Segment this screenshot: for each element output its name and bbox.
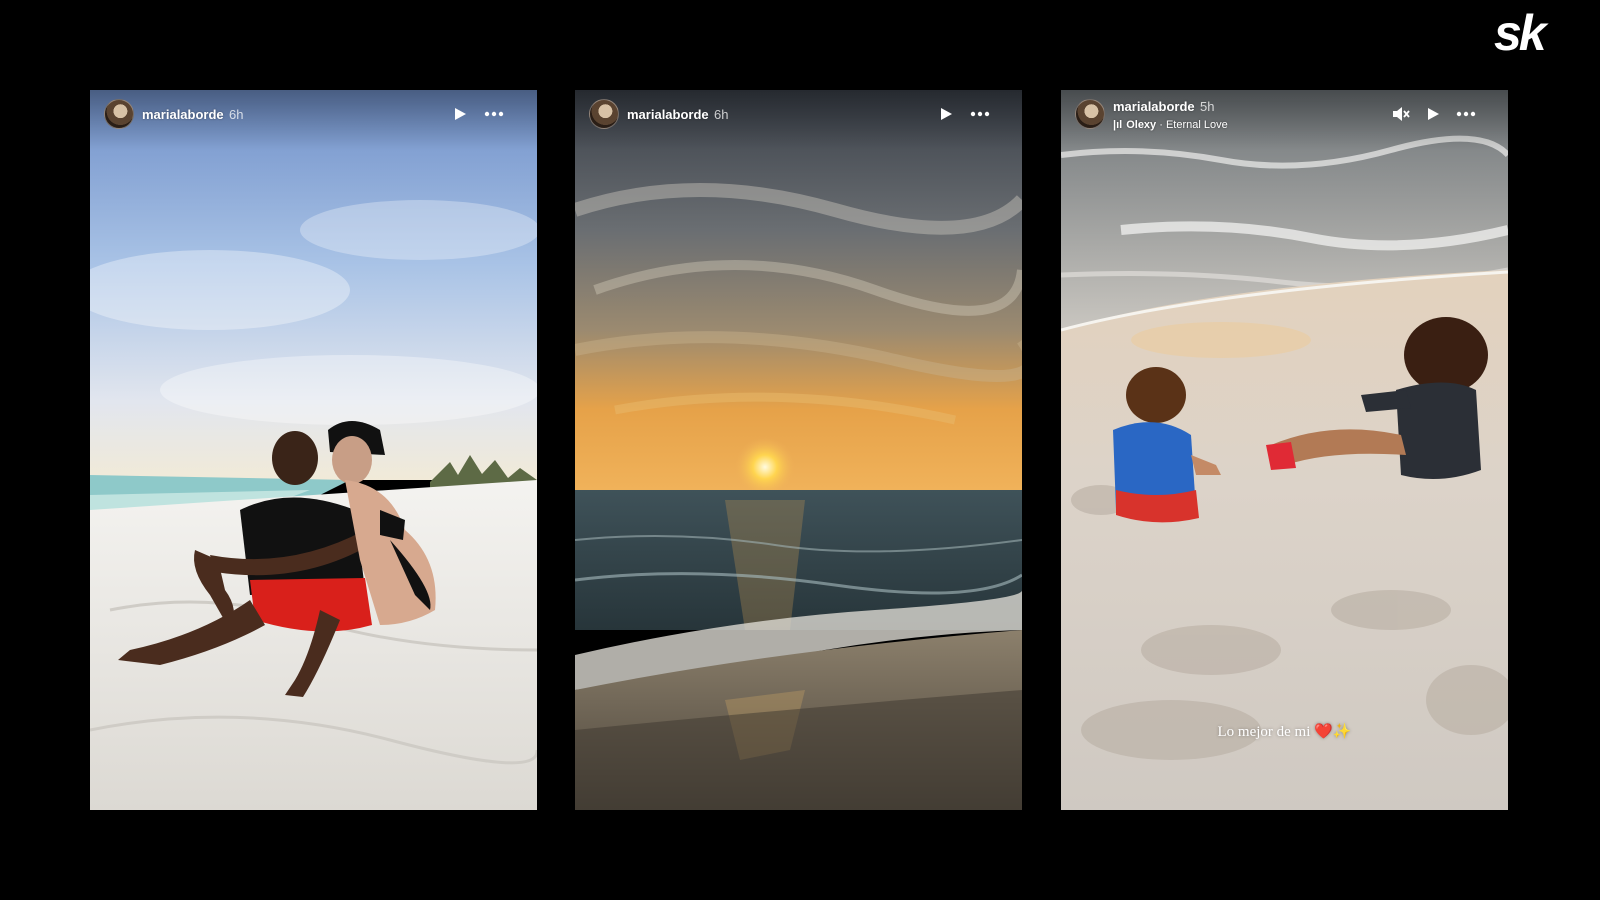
play-icon xyxy=(1428,108,1439,120)
story-card-3[interactable]: marialaborde 5h |ıl Olexy · Eternal Love … xyxy=(1061,90,1508,810)
user-avatar[interactable] xyxy=(589,99,619,129)
more-options-button[interactable] xyxy=(483,103,505,125)
user-avatar[interactable] xyxy=(1075,99,1105,129)
story-photo-sunset xyxy=(575,90,1022,810)
story-username[interactable]: marialaborde xyxy=(627,107,709,122)
more-options-button[interactable] xyxy=(1455,103,1477,125)
music-attribution[interactable]: |ıl Olexy · Eternal Love xyxy=(1113,119,1228,131)
play-icon xyxy=(941,108,952,120)
music-title: Eternal Love xyxy=(1165,119,1228,131)
mute-icon xyxy=(1393,107,1410,121)
story-caption: Lo mejor de mi ❤️✨ xyxy=(1217,724,1352,740)
story-timestamp: 6h xyxy=(229,107,244,122)
more-options-icon xyxy=(484,111,504,117)
play-button[interactable] xyxy=(935,103,957,125)
user-avatar[interactable] xyxy=(104,99,134,129)
music-artist: Olexy xyxy=(1126,119,1157,131)
more-options-button[interactable] xyxy=(969,103,991,125)
story-header: marialaborde 6h xyxy=(575,90,1022,150)
story-photo-kids-on-beach xyxy=(1061,90,1508,810)
music-separator: · xyxy=(1156,119,1166,131)
story-header: marialaborde 5h |ıl Olexy · Eternal Love xyxy=(1061,90,1508,150)
story-header: marialaborde 6h xyxy=(90,90,537,150)
story-timestamp: 6h xyxy=(714,107,729,122)
story-username[interactable]: marialaborde xyxy=(142,107,224,122)
play-button[interactable] xyxy=(449,103,471,125)
mute-button[interactable] xyxy=(1390,103,1412,125)
more-options-icon xyxy=(970,111,990,117)
story-photo-beach-couple xyxy=(90,90,537,810)
story-timestamp: 5h xyxy=(1200,99,1215,114)
svg-text:sk: sk xyxy=(1494,10,1549,60)
music-bars-icon: |ıl xyxy=(1113,119,1123,131)
sportskeeda-logo: sk xyxy=(1492,5,1588,61)
story-card-1[interactable]: marialaborde 6h xyxy=(90,90,537,810)
story-username[interactable]: marialaborde xyxy=(1113,99,1195,114)
play-icon xyxy=(455,108,466,120)
story-card-2[interactable]: marialaborde 6h xyxy=(575,90,1022,810)
play-button[interactable] xyxy=(1422,103,1444,125)
more-options-icon xyxy=(1456,111,1476,117)
